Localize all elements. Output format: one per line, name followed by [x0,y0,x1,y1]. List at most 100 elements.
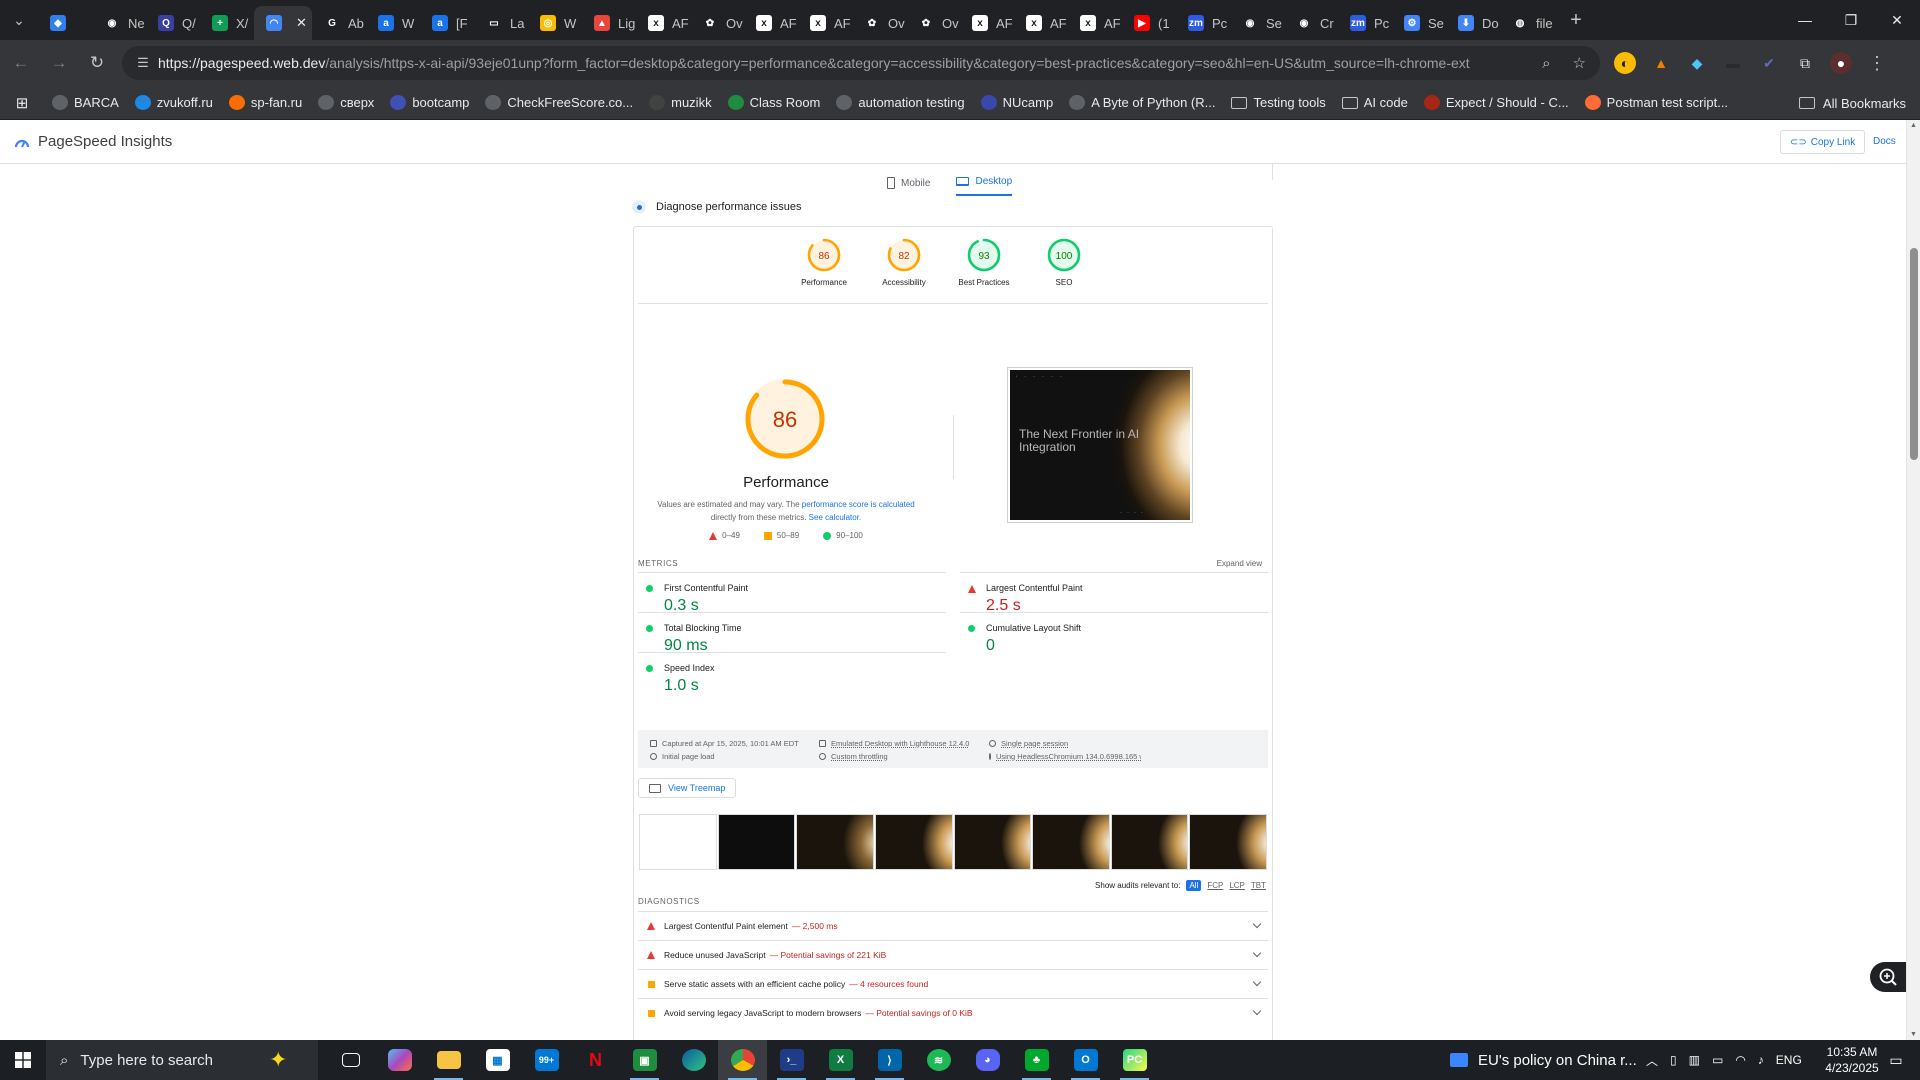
score-gauge[interactable]: 86 Performance [784,237,864,287]
chevron-down-icon[interactable] [1252,977,1262,987]
bookmark-item[interactable]: CheckFreeScore.co... [477,95,641,110]
chrome-icon[interactable] [718,1040,767,1080]
bookmark-item[interactable]: AI code [1334,95,1416,110]
forward-button[interactable]: → [42,46,76,80]
news-widget[interactable]: EU's policy on China r... [1450,1040,1637,1080]
filter-fcp-chip[interactable]: FCP [1207,881,1223,890]
taskbar-search[interactable]: ⌕ Type here to search ✦ [46,1040,318,1080]
tab-mobile[interactable]: Mobile [887,172,930,194]
notifications-icon[interactable]: ▭ [1876,1040,1916,1080]
file-explorer-icon[interactable] [424,1040,473,1080]
reload-button[interactable]: ↻ [80,46,114,80]
spotify-icon[interactable]: ≋ [914,1040,963,1080]
browser-tab[interactable]: + X/ [200,6,254,40]
diagnostic-audit[interactable]: Serve static assets with an efficient ca… [638,969,1268,998]
edge-icon[interactable] [669,1040,718,1080]
bookmark-item[interactable]: сверх [310,95,382,110]
battery-icon[interactable]: ▭ [1712,1053,1723,1067]
browser-tab[interactable]: ◆ [38,6,92,40]
extension-icon[interactable]: ✔ [1758,52,1780,74]
browser-tab[interactable]: x AF [798,6,852,40]
task-view-icon[interactable] [326,1040,375,1080]
powershell-icon[interactable]: ›_ [767,1040,816,1080]
browser-version[interactable]: Using HeadlessChromium 134.0.6998.165 wi… [989,752,1141,761]
mail-icon[interactable]: 99+ [522,1040,571,1080]
tab-search-chevron-icon[interactable]: ⌄ [0,4,38,36]
scroll-up-icon[interactable]: ▲ [1910,122,1917,129]
extensions-puzzle-icon[interactable]: ⧉ [1794,52,1816,74]
browser-tab[interactable]: zm Pc [1176,6,1230,40]
browser-tab[interactable]: ◠ ✕ [254,6,312,40]
bookmark-item[interactable]: Postman test script... [1577,95,1736,110]
chevron-down-icon[interactable] [1252,948,1262,958]
view-treemap-button[interactable]: View Treemap [638,778,737,798]
vpn-icon[interactable]: ▥ [1689,1053,1700,1067]
browser-tab[interactable]: ▶ (1 [1122,6,1176,40]
session-type[interactable]: Single page session [989,739,1068,748]
meet-icon[interactable]: ▯ [1670,1053,1677,1067]
diagnostic-audit[interactable]: Largest Contentful Paint element — 2,500 … [638,911,1268,940]
evernote-icon[interactable]: ♣ [1012,1040,1061,1080]
minimize-icon[interactable]: — [1782,0,1828,40]
volume-icon[interactable]: ♪ [1758,1053,1764,1067]
emulated-device[interactable]: Emulated Desktop with Lighthouse 12.4.0 [819,739,969,748]
browser-tab[interactable]: ◉ Se [1230,6,1284,40]
expand-view-toggle[interactable]: Expand view [1217,559,1262,568]
browser-tab[interactable]: ▭ La [474,6,528,40]
bookmark-item[interactable]: zvukoff.ru [127,95,221,110]
close-window-icon[interactable]: ✕ [1874,0,1920,40]
network-icon[interactable]: ◠ [1735,1053,1745,1067]
psi-logo[interactable]: PageSpeed Insights [14,133,172,150]
browser-tab[interactable]: ◍ file [1500,6,1554,40]
bookmark-item[interactable]: sp-fan.ru [221,95,310,110]
terminal-icon[interactable]: ▣ [620,1040,669,1080]
bookmark-item[interactable]: BARCA [44,95,127,110]
back-button[interactable]: ← [4,46,38,80]
browser-tab[interactable]: ◎ W [528,6,582,40]
browser-tab[interactable]: x AF [744,6,798,40]
diagnostic-audit[interactable]: Reduce unused JavaScript — Potential savi… [638,940,1268,969]
copy-link-button[interactable]: ⊂⊃ Copy Link [1780,130,1866,154]
score-calculated-link[interactable]: performance score is calculated [802,500,915,509]
outlook-icon[interactable]: O [1061,1040,1110,1080]
throttling[interactable]: Custom throttling [819,752,888,761]
scroll-thumb[interactable] [1910,248,1918,460]
docs-link[interactable]: Docs [1873,136,1896,147]
pycharm-icon[interactable]: PC [1110,1040,1159,1080]
browser-tab[interactable]: x AF [960,6,1014,40]
browser-tab[interactable]: ⚙ Se [1392,6,1446,40]
vscode-icon[interactable]: ⟩ [865,1040,914,1080]
browser-tab[interactable]: ✿ Ov [690,6,744,40]
filter-tbt-chip[interactable]: TBT [1251,881,1266,890]
final-screenshot[interactable]: ▪ ─ ─ ─ ─ ─ The Next Frontier in AI Inte… [1007,367,1193,523]
restore-icon[interactable]: ❐ [1828,0,1874,40]
excel-icon[interactable]: X [816,1040,865,1080]
scroll-down-icon[interactable]: ▼ [1910,1031,1917,1038]
extension-icon[interactable]: ◐ [1614,52,1636,74]
bookmark-item[interactable]: Testing tools [1223,95,1333,110]
browser-tab[interactable]: zm Pc [1338,6,1392,40]
lighthouse-extension-icon[interactable]: ▲ [1650,52,1672,74]
discord-icon[interactable]: ◕ [963,1040,1012,1080]
chevron-down-icon[interactable] [1252,1006,1262,1016]
url-text[interactable]: https://pagespeed.web.dev/analysis/https… [158,55,1518,71]
tab-desktop[interactable]: Desktop [956,172,1013,196]
browser-tab[interactable]: ✿ Ov [852,6,906,40]
zoom-search-button[interactable] [1870,962,1906,992]
bookmark-item[interactable]: Expect / Should - C... [1416,95,1577,110]
new-tab-button[interactable]: + [1560,9,1592,32]
score-gauge[interactable]: 100 SEO [1024,237,1104,287]
browser-tab[interactable]: x AF [636,6,690,40]
bookmark-item[interactable]: A Byte of Python (R... [1061,95,1223,110]
browser-tab[interactable]: x AF [1068,6,1122,40]
apps-grid-icon[interactable]: ⊞ [0,94,44,112]
browser-tab[interactable]: ✿ Ov [906,6,960,40]
browser-menu-icon[interactable]: ⋮ [1866,52,1888,74]
browser-tab[interactable]: x AF [1014,6,1068,40]
chevron-up-icon[interactable]: ︿ [1646,1052,1658,1069]
language-indicator[interactable]: ENG [1776,1053,1802,1067]
copilot-sparkle-icon[interactable]: ✦ [269,1047,287,1073]
netflix-icon[interactable]: N [571,1040,620,1080]
chevron-down-icon[interactable] [1252,919,1262,929]
bookmark-item[interactable]: NUcamp [973,95,1062,110]
